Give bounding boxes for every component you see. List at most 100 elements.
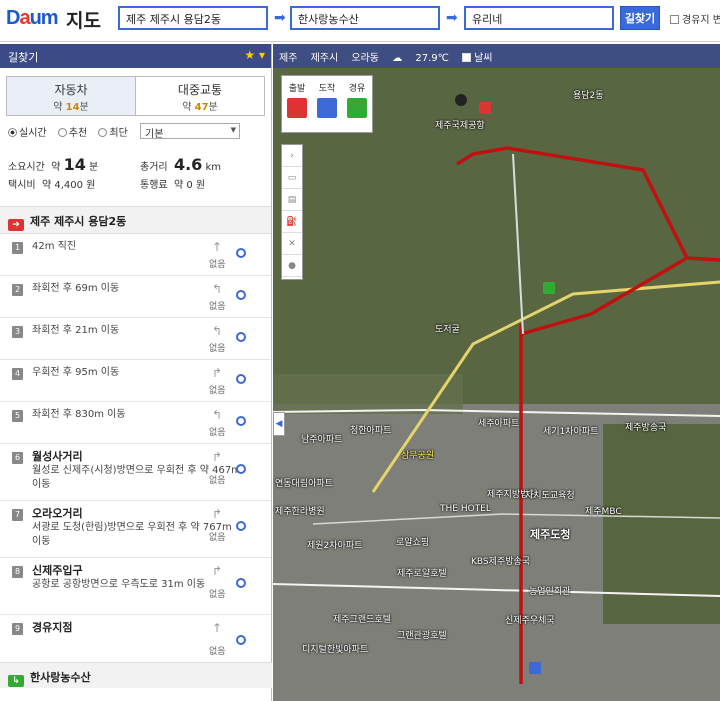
daum-logo[interactable]: Daum (6, 7, 59, 30)
turn-arrow-icon: ↱ (212, 366, 223, 380)
turn-arrow-icon: ↰ (212, 324, 223, 338)
map-side-toolbar: › ▭ ▤ ⛽ ✕ ● (281, 144, 303, 280)
weather-checkbox[interactable] (462, 53, 472, 62)
favorite-star-icon[interactable]: ★ ▾ (244, 48, 265, 62)
tab-transit[interactable]: 대중교통 약 47분 (136, 77, 264, 115)
map-place-label[interactable]: 제주그랜드호텔 (333, 612, 391, 625)
map-place-label[interactable]: KBS제주방송국 (471, 554, 530, 567)
option-realtime[interactable]: 실시간 (8, 128, 47, 139)
map-place-label[interactable]: 제주국제공항 (435, 118, 485, 131)
turn-arrow-icon: ↑ (212, 621, 223, 635)
breadcrumb-province[interactable]: 제주 (279, 53, 297, 64)
end-point-row[interactable]: ↳ 한사랑농수산 (0, 662, 272, 688)
camera-icon[interactable] (236, 248, 246, 258)
step-number: 9 (12, 623, 23, 635)
option-recommend[interactable]: 추천 (57, 128, 87, 139)
breadcrumb-district[interactable]: 오라동 (351, 53, 379, 64)
step-list: 1 42m 직진 ↑ 없음 2 좌회전 후 69m 이동 ↰ 없음 3 좌회전 후 21m 이동 ↰… (0, 234, 271, 672)
search-route-button[interactable]: 길찾기 (620, 6, 660, 30)
airport-icon (455, 94, 467, 106)
turn-arrow-icon: ↱ (212, 450, 223, 464)
map-place-label[interactable]: 농업인회관 (529, 584, 570, 597)
start-input[interactable]: 제주 제주시 용담2동 (118, 6, 268, 30)
map-place-label[interactable]: 남주아파트 (301, 432, 342, 445)
map-place-label[interactable]: 로얄쇼핑 (396, 535, 429, 548)
map-place-label[interactable]: 삼무공원 (401, 448, 434, 461)
start-flag-icon: ➜ (8, 219, 24, 231)
end-marker[interactable] (529, 662, 541, 674)
via-input[interactable]: 유리네 (464, 6, 614, 30)
info-icon[interactable]: ● (282, 255, 302, 277)
camera-icon[interactable] (236, 374, 246, 384)
map-place-label[interactable]: 그랜관광호텔 (397, 628, 447, 641)
top-search-bar: Daum 지도 제주 제주시 용담2동 ➡ 한사랑농수산 ➡ 유리네 길찾기 경… (0, 0, 720, 42)
weather-label: 날씨 (474, 53, 493, 64)
camera-icon[interactable] (236, 290, 246, 300)
gas-icon[interactable]: ⛽ (282, 211, 302, 233)
step-text: 42m 직진 (32, 241, 77, 252)
camera-icon[interactable] (236, 521, 246, 531)
via-marker-tool[interactable]: 경유 (342, 76, 372, 132)
map-place-label[interactable]: 신제주우체국 (505, 613, 555, 626)
end-marker-tool[interactable]: 도착 (312, 76, 342, 132)
camera-icon[interactable] (236, 464, 246, 474)
route-step[interactable]: 1 42m 직진 ↑ 없음 (0, 234, 271, 276)
start-marker-tool[interactable]: 출발 (282, 76, 312, 132)
route-step[interactable]: 3 좌회전 후 21m 이동 ↰ 없음 (0, 318, 271, 360)
step-text: 우회전 후 95m 이동 (32, 367, 120, 378)
map-place-label[interactable]: 청한아파트 (350, 423, 391, 436)
camera-icon[interactable] (236, 332, 246, 342)
map-place-label[interactable]: 제원2차아파트 (307, 538, 362, 551)
camera-icon[interactable] (236, 578, 246, 588)
map-place-label[interactable]: 제주MBC (585, 504, 622, 517)
map-place-label[interactable]: 세주아파트 (478, 416, 519, 429)
tab-car[interactable]: 자동차 약 14분 (7, 77, 136, 115)
route-step[interactable]: 4 우회전 후 95m 이동 ↱ 없음 (0, 360, 271, 402)
turn-arrow-icon: ↱ (212, 507, 223, 521)
start-marker[interactable] (479, 102, 491, 114)
collapse-panel-button[interactable]: ◀ (273, 412, 285, 436)
step-text: 좌회전 후 830m 이동 (32, 409, 126, 420)
checkbox-icon[interactable] (670, 15, 679, 24)
start-flag-icon (287, 98, 307, 118)
map-place-label[interactable]: 제주도청 (530, 526, 570, 542)
map-place-label[interactable]: THE HOTEL (440, 504, 491, 514)
via-checkbox[interactable]: 경유지 변 (670, 11, 720, 26)
transport-mode-tabs: 자동차 약 14분 대중교통 약 47분 (6, 76, 265, 116)
route-step[interactable]: 6 월성사거리 월성로 신제주(시청)방면으로 우회전 후 약 467m 이동 ↱ 없음 (0, 444, 271, 501)
map-breadcrumb-bar: 제주 제주시 오라동 ☁ 27.9℃ 날씨 (273, 44, 720, 68)
route-marker-tools: 출발 도착 경유 (281, 75, 373, 133)
step-number: 3 (12, 326, 23, 338)
turn-arrow-icon: ↰ (212, 408, 223, 422)
option-shortest[interactable]: 최단 (98, 128, 128, 139)
weather-sun-icon: ☁ (392, 53, 406, 64)
end-input[interactable]: 한사랑농수산 (290, 6, 440, 30)
start-point-row[interactable]: ➜ 제주 제주시 용담2동 (0, 206, 271, 234)
map-place-label[interactable]: 세기1차아파트 (543, 424, 598, 437)
map-place-label[interactable]: 용담2동 (573, 88, 604, 101)
end-flag-icon (317, 98, 337, 118)
map-place-label[interactable]: 제주방송국 (625, 420, 666, 433)
map-place-label[interactable]: 제주한라병원 (275, 504, 325, 517)
route-type-select[interactable]: 기본 (140, 123, 240, 140)
map-place-label[interactable]: 제주로얄호텔 (397, 566, 447, 579)
map-place-label[interactable]: 도저굴 (435, 322, 460, 335)
route-step[interactable]: 2 좌회전 후 69m 이동 ↰ 없음 (0, 276, 271, 318)
camera-icon[interactable] (236, 416, 246, 426)
expand-icon[interactable]: › (282, 145, 302, 167)
map-place-label[interactable]: 디지털한빛아파트 (302, 642, 368, 655)
map-place-label[interactable]: 자치도교육청 (525, 488, 575, 501)
camera-icon[interactable] (236, 635, 246, 645)
breadcrumb-city[interactable]: 제주시 (311, 53, 339, 64)
via-marker[interactable] (543, 282, 555, 294)
restaurant-icon[interactable]: ✕ (282, 233, 302, 255)
car-icon[interactable]: ▭ (282, 167, 302, 189)
route-step[interactable]: 8 신제주입구 공항로 공항방면으로 우측도로 31m 이동 ↱ 없음 (0, 558, 271, 615)
map-place-label[interactable]: 연동대림아파트 (275, 476, 333, 489)
route-step[interactable]: 7 오라오거리 서광로 도청(한림)방면으로 우회전 후 약 767m 이동 ↱ 없음 (0, 501, 271, 558)
bus-icon[interactable]: ▤ (282, 189, 302, 211)
satellite-map[interactable]: 제주 제주시 오라동 ☁ 27.9℃ 날씨 출발 도착 경유 › ▭ ▤ ⛽ ✕… (273, 44, 720, 701)
arrow-right-icon: ➡ (446, 10, 458, 26)
toll-none-label: 없음 (209, 647, 226, 657)
route-step[interactable]: 5 좌회전 후 830m 이동 ↰ 없음 (0, 402, 271, 444)
